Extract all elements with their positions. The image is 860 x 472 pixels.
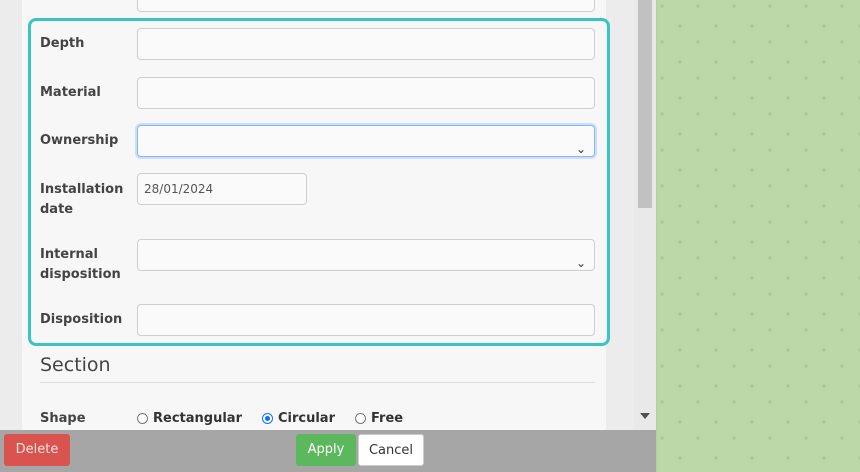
section-divider bbox=[40, 382, 595, 383]
scrollbar-thumb[interactable] bbox=[638, 0, 652, 208]
delete-button[interactable]: Delete bbox=[4, 434, 70, 466]
shape-option-label: Free bbox=[371, 411, 404, 426]
radio-icon[interactable] bbox=[355, 413, 366, 424]
shape-option-rectangular[interactable]: Rectangular bbox=[137, 411, 242, 426]
highlight-box bbox=[28, 18, 610, 346]
section-title: Section bbox=[40, 354, 111, 376]
shape-option-circular[interactable]: Circular bbox=[261, 411, 335, 426]
shape-option-label: Circular bbox=[277, 411, 335, 426]
map-background[interactable] bbox=[656, 0, 860, 472]
shape-label: Shape bbox=[40, 411, 86, 426]
apply-button[interactable]: Apply bbox=[296, 434, 356, 466]
scroll-down-arrow-icon[interactable] bbox=[640, 413, 650, 419]
operator-field[interactable] bbox=[137, 0, 595, 12]
shape-radio-group: Rectangular Circular Free bbox=[137, 411, 423, 426]
radio-icon[interactable] bbox=[137, 413, 148, 424]
shape-option-label: Rectangular bbox=[153, 411, 242, 426]
shape-option-free[interactable]: Free bbox=[355, 411, 403, 426]
side-panel: Depth Material Ownership ⌄ Installation … bbox=[0, 0, 656, 430]
cancel-button[interactable]: Cancel bbox=[358, 434, 424, 466]
radio-checked-icon[interactable] bbox=[261, 413, 273, 424]
